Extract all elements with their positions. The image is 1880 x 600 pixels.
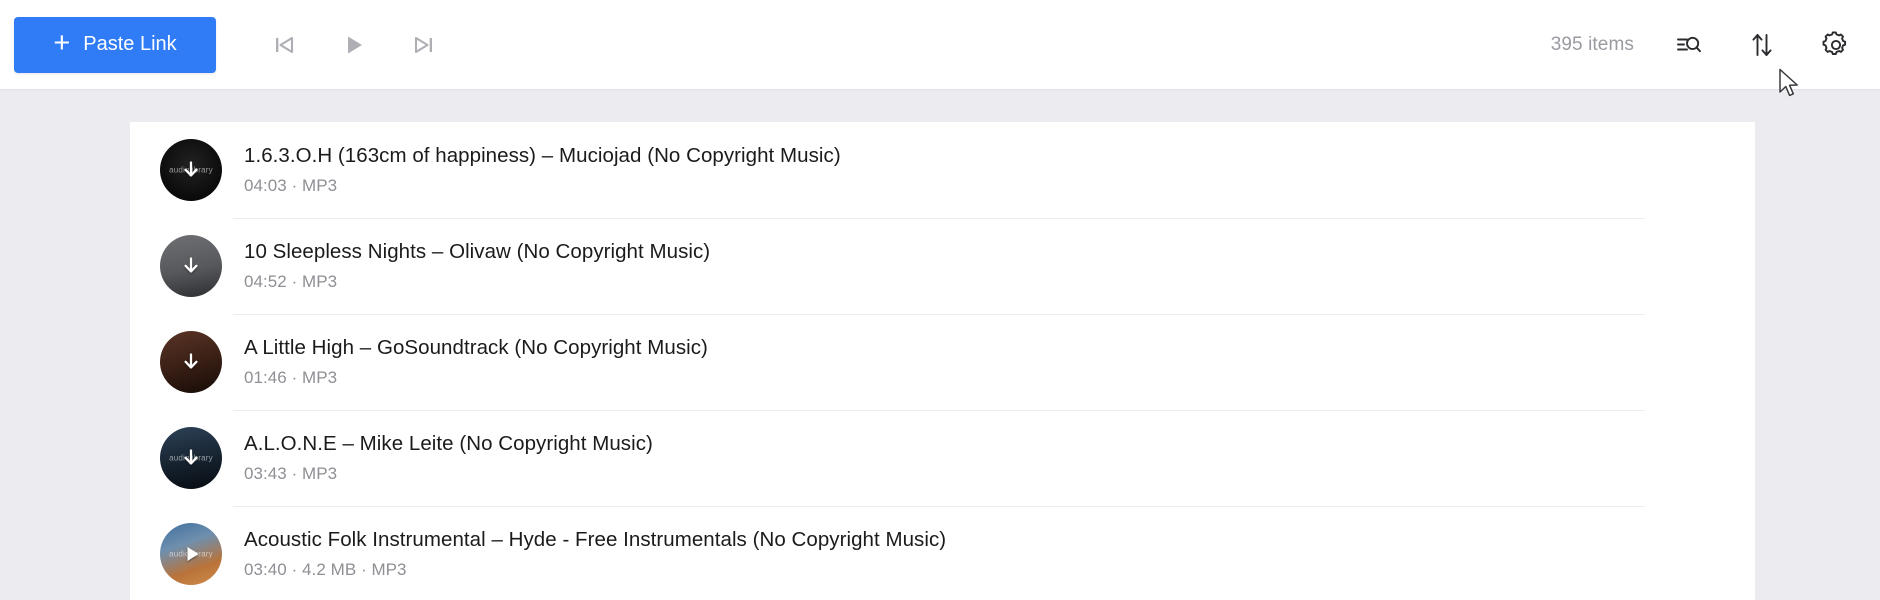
filter-search-button[interactable] — [1668, 25, 1708, 65]
thumbnail[interactable]: audiolibrary — [160, 427, 222, 489]
item-title: A Little High – GoSoundtrack (No Copyrig… — [244, 336, 708, 359]
download-icon[interactable] — [160, 427, 222, 489]
thumbnail[interactable] — [160, 331, 222, 393]
play-icon[interactable] — [160, 523, 222, 585]
item-text: Acoustic Folk Instrumental – Hyde - Free… — [244, 528, 946, 580]
item-title: A.L.O.N.E – Mike Leite (No Copyright Mus… — [244, 432, 653, 455]
top-toolbar: + Paste Link 395 items — [0, 0, 1880, 90]
item-text: A.L.O.N.E – Mike Leite (No Copyright Mus… — [244, 432, 653, 484]
item-title: 1.6.3.O.H (163cm of happiness) – Mucioja… — [244, 144, 841, 167]
item-title: Acoustic Folk Instrumental – Hyde - Free… — [244, 528, 947, 551]
paste-link-label: Paste Link — [83, 33, 177, 55]
toolbar-left-group: + Paste Link — [0, 16, 446, 73]
download-icon[interactable] — [160, 331, 222, 393]
item-text: A Little High – GoSoundtrack (No Copyrig… — [244, 336, 708, 388]
next-button[interactable] — [402, 23, 446, 67]
transport-controls — [262, 23, 446, 67]
list-item[interactable]: audiolibrary A.L.O.N.E – Mike Leite (No … — [130, 410, 1755, 506]
download-icon[interactable] — [160, 235, 222, 297]
list-item[interactable]: audiolibrary 1.6.3.O.H (163cm of happine… — [130, 122, 1755, 218]
play-icon — [340, 31, 368, 59]
app-window: + Paste Link 395 items audiolibrary 1.6.… — [0, 0, 1880, 600]
skip-previous-icon — [270, 31, 298, 59]
sort-arrows-icon — [1747, 30, 1777, 60]
item-subtitle: 01:46 · MP3 — [244, 367, 338, 387]
list-item[interactable]: audiolibrary Acoustic Folk Instrumental … — [130, 506, 1755, 600]
sort-button[interactable] — [1742, 25, 1782, 65]
item-subtitle: 04:03 · MP3 — [244, 175, 338, 195]
item-subtitle: 04:52 · MP3 — [244, 271, 338, 291]
item-count-label: 395 items — [1550, 33, 1634, 55]
plus-icon: + — [53, 27, 71, 59]
thumbnail[interactable]: audiolibrary — [160, 139, 222, 201]
item-text: 1.6.3.O.H (163cm of happiness) – Mucioja… — [244, 144, 841, 196]
content-area: audiolibrary 1.6.3.O.H (163cm of happine… — [0, 90, 1880, 600]
list-item[interactable]: 10 Sleepless Nights – Olivaw (No Copyrig… — [130, 218, 1755, 314]
skip-next-icon — [410, 31, 438, 59]
item-subtitle: 03:40 · 4.2 MB · MP3 — [244, 559, 407, 579]
previous-button[interactable] — [262, 23, 306, 67]
gear-icon — [1820, 29, 1852, 61]
play-button[interactable] — [332, 23, 376, 67]
media-list: audiolibrary 1.6.3.O.H (163cm of happine… — [130, 122, 1755, 600]
item-subtitle: 03:43 · MP3 — [244, 463, 338, 483]
settings-button[interactable] — [1816, 25, 1856, 65]
download-icon[interactable] — [160, 139, 222, 201]
item-text: 10 Sleepless Nights – Olivaw (No Copyrig… — [244, 240, 710, 292]
toolbar-right-group: 395 items — [1551, 25, 1880, 65]
paste-link-button[interactable]: + Paste Link — [14, 16, 216, 73]
thumbnail[interactable]: audiolibrary — [160, 523, 222, 585]
list-item[interactable]: A Little High – GoSoundtrack (No Copyrig… — [130, 314, 1755, 410]
thumbnail[interactable] — [160, 235, 222, 297]
item-title: 10 Sleepless Nights – Olivaw (No Copyrig… — [244, 240, 711, 263]
filter-search-icon — [1673, 30, 1703, 60]
